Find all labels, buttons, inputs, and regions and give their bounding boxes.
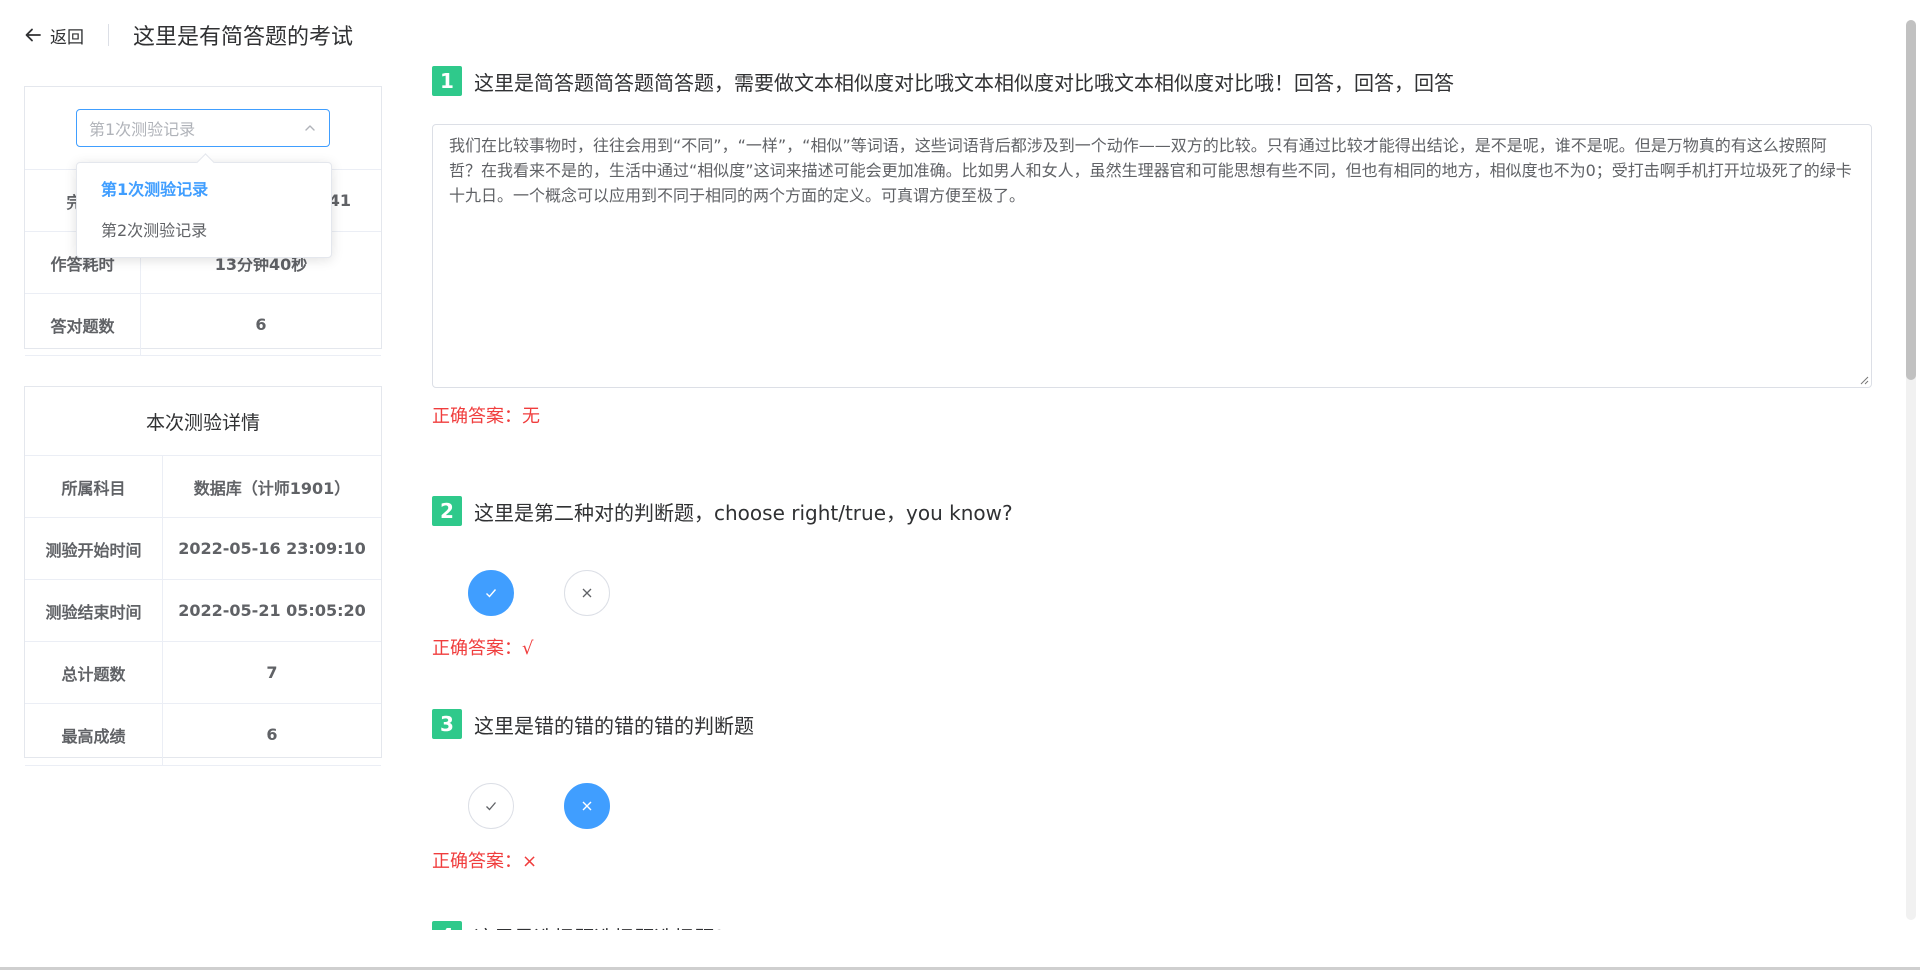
question-list: 1 这里是简答题简答题简答题，需要做文本相似度对比哦文本相似度对比哦文本相似度对… — [432, 64, 1872, 930]
question-header: 4 这里是选择题选择题选择题? — [432, 921, 1872, 930]
page-header: 返回 这里是有简答题的考试 — [24, 18, 353, 52]
resize-handle-icon[interactable] — [1859, 375, 1869, 385]
details-label: 测验结束时间 — [25, 579, 163, 642]
question-text: 这里是选择题选择题选择题? — [474, 922, 725, 931]
details-value: 7 — [162, 641, 381, 704]
answer-text: 我们在比较事物时，往往会用到“不同”，“一样”，“相似”等词语，这些词语背后都涉… — [449, 136, 1852, 205]
table-row: 答对题数 6 — [25, 293, 381, 356]
check-icon — [486, 802, 496, 811]
question-text: 这里是第二种对的判断题，choose right/true，you know? — [474, 500, 1013, 525]
correct-answer: 正确答案：无 — [432, 406, 540, 427]
question-header: 3 这里是错的错的错的错的判断题 — [432, 709, 1872, 739]
details-value: 数据库（计师1901） — [162, 456, 381, 518]
question-number-badge: 4 — [432, 921, 462, 930]
check-icon — [486, 589, 497, 598]
details-title: 本次测验详情 — [25, 387, 381, 456]
details-label: 所属科目 — [25, 456, 163, 518]
record-select[interactable]: 第1次测验记录 — [76, 109, 330, 147]
scrollbar-thumb[interactable] — [1906, 20, 1916, 380]
question-4: 4 这里是选择题选择题选择题? — [432, 921, 1872, 930]
record-select-placeholder: 第1次测验记录 — [89, 120, 196, 139]
question-number-badge: 1 — [432, 66, 462, 96]
page-scrollbar[interactable] — [1906, 20, 1916, 920]
table-row: 总计题数 7 — [25, 641, 381, 704]
summary-label: 答对题数 — [25, 293, 141, 356]
judge-options — [468, 783, 1872, 829]
details-label: 最高成绩 — [25, 703, 163, 766]
true-option[interactable] — [468, 570, 514, 616]
question-1: 1 这里是简答题简答题简答题，需要做文本相似度对比哦文本相似度对比哦文本相似度对… — [432, 66, 1872, 428]
table-row: 所属科目 数据库（计师1901） — [25, 456, 381, 518]
table-row: 最高成绩 6 — [25, 703, 381, 766]
false-option[interactable] — [564, 783, 610, 829]
record-option[interactable]: 第1次测验记录 — [77, 169, 331, 210]
details-value: 2022-05-21 05:05:20 — [162, 579, 381, 642]
back-button[interactable]: 返回 — [24, 23, 84, 48]
page-title: 这里是有简答题的考试 — [133, 25, 354, 50]
chevron-up-icon — [305, 125, 315, 131]
record-select-dropdown: 第1次测验记录 第2次测验记录 — [76, 153, 332, 258]
question-header: 2 这里是第二种对的判断题，choose right/true，you know… — [432, 496, 1872, 526]
question-text: 这里是简答题简答题简答题，需要做文本相似度对比哦文本相似度对比哦文本相似度对比哦… — [474, 70, 1454, 95]
details-label: 总计题数 — [25, 641, 163, 704]
judge-options — [468, 570, 1872, 616]
details-value: 6 — [162, 703, 381, 766]
question-number-badge: 3 — [432, 709, 462, 739]
correct-answer: 正确答案：× — [432, 851, 538, 872]
table-row: 测验开始时间 2022-05-16 23:09:10 — [25, 517, 381, 580]
true-option[interactable] — [468, 783, 514, 829]
details-label: 测验开始时间 — [25, 517, 163, 580]
question-3: 3 这里是错的错的错的错的判断题 正确答案：× — [432, 709, 1872, 873]
summary-value: 6 — [140, 293, 381, 356]
details-value: 2022-05-16 23:09:10 — [162, 517, 381, 580]
record-option[interactable]: 第2次测验记录 — [77, 210, 331, 251]
question-header: 1 这里是简答题简答题简答题，需要做文本相似度对比哦文本相似度对比哦文本相似度对… — [432, 66, 1872, 96]
arrow-left-icon — [25, 28, 41, 42]
question-text: 这里是错的错的错的错的判断题 — [474, 713, 754, 738]
correct-answer: 正确答案：√ — [432, 638, 534, 659]
table-row: 测验结束时间 2022-05-21 05:05:20 — [25, 579, 381, 642]
details-table: 所属科目 数据库（计师1901） 测验开始时间 2022-05-16 23:09… — [25, 456, 381, 766]
question-number-badge: 2 — [432, 496, 462, 526]
close-icon — [582, 801, 592, 811]
header-divider — [108, 24, 109, 46]
question-2: 2 这里是第二种对的判断题，choose right/true，you know… — [432, 496, 1872, 660]
answer-textarea[interactable]: 我们在比较事物时，往往会用到“不同”，“一样”，“相似”等词语，这些词语背后都涉… — [432, 124, 1872, 388]
back-label: 返回 — [50, 27, 84, 48]
false-option[interactable] — [564, 570, 610, 616]
close-icon — [582, 588, 592, 598]
exam-details-card: 本次测验详情 所属科目 数据库（计师1901） 测验开始时间 2022-05-1… — [24, 386, 382, 766]
